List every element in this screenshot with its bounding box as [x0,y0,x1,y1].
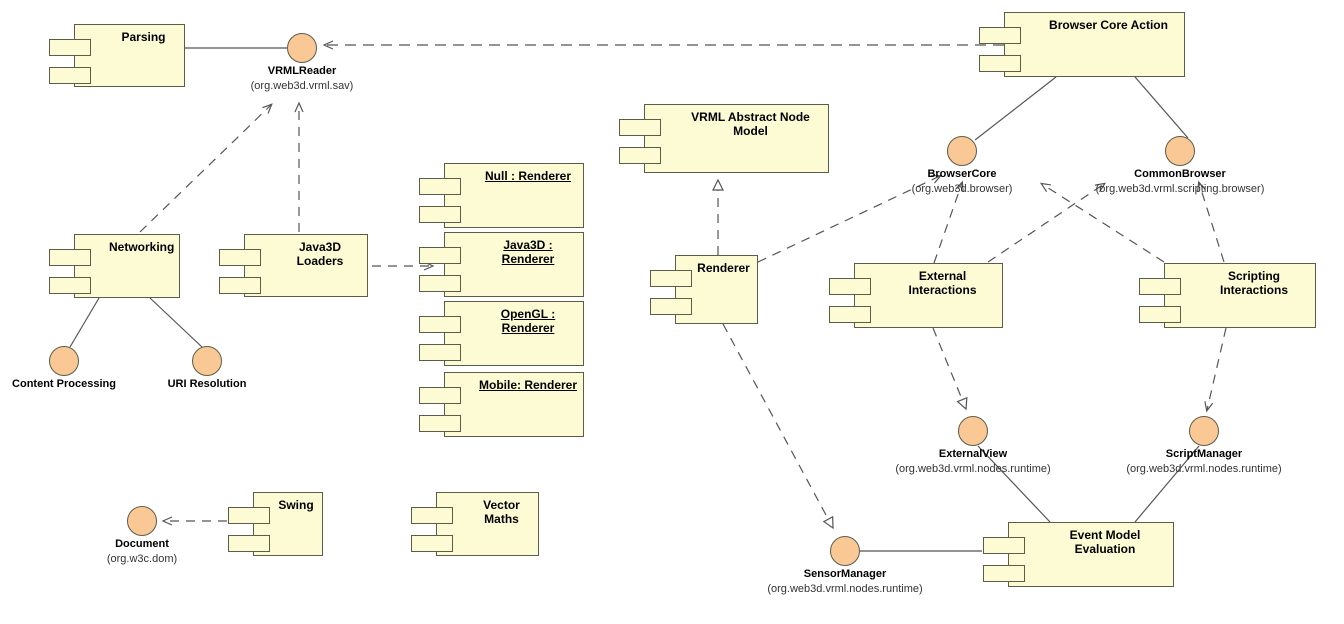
component-tab-lower [983,565,1025,582]
interface-package: (org.web3d.browser) [911,183,1013,195]
component-scripting-interactions[interactable]: Scripting Interactions [1139,263,1316,328]
component-label: Scripting Interactions [1219,269,1288,297]
conn-extint-externalview [932,327,968,411]
interface-package: (org.web3d.vrml.nodes.runtime) [1126,463,1282,475]
component-browser-core-action[interactable]: Browser Core Action [979,12,1185,77]
component-tab-lower [829,306,871,323]
interface-circle-icon [1189,416,1219,446]
component-tab-lower [650,298,692,315]
component-tab-lower [619,147,661,164]
interface-label: Document [115,538,169,550]
conn-extint-commonbrowser [987,182,1107,263]
component-label: Swing [278,498,314,512]
component-tab-lower [419,206,461,223]
interface-package: (org.w3c.dom) [106,553,178,565]
interface-sensormanager[interactable]: SensorManager (org.web3d.vrml.nodes.runt… [767,536,923,595]
conn-scriptint-scriptmanager [1204,327,1227,413]
interface-label: Content Processing [12,378,116,390]
component-tab-lower [1139,306,1181,323]
component-label: VRML Abstract Node Model [691,110,810,138]
interface-package: (org.web3d.vrml.nodes.runtime) [895,463,1051,475]
interface-label: ExternalView [938,448,1008,460]
component-null-renderer[interactable]: Null : Renderer [419,163,584,228]
component-tab-lower [228,535,270,552]
interface-commonbrowser[interactable]: CommonBrowser (org.web3d.vrml.scripting.… [1096,136,1264,195]
interface-package: (org.web3d.vrml.nodes.runtime) [767,583,923,595]
interface-circle-icon [287,33,317,63]
interface-circle-icon [947,136,977,166]
component-label: Null : Renderer [484,169,571,183]
component-label: Java3D Loaders [296,240,344,268]
component-event-model-evaluation[interactable]: Event Model Evaluation [983,522,1174,587]
interface-circle-icon [1165,136,1195,166]
interface-document[interactable]: Document (org.w3c.dom) [107,506,177,565]
uml-component-diagram-canvas: Parsing Networking Java3D Loaders Null :… [0,0,1344,624]
conn-bca-commonbrowser [1134,76,1189,139]
component-swing[interactable]: Swing [228,492,323,556]
interface-circle-icon [127,506,157,536]
component-tab-lower [411,535,453,552]
component-label: Browser Core Action [1049,18,1168,32]
component-tab-lower [219,277,261,294]
component-label: Parsing [121,30,166,44]
interface-label: URI Resolution [167,378,247,390]
interface-package: (org.web3d.vrml.scripting.browser) [1095,183,1265,195]
interface-vrmlreader[interactable]: VRMLReader (org.web3d.vrml.sav) [251,33,353,92]
interface-circle-icon [192,346,222,376]
component-label: OpenGL : Renderer [500,307,556,335]
conn-networking-uriresolution [149,297,203,348]
component-renderer[interactable]: Renderer [650,255,758,324]
component-tab-lower [419,344,461,361]
component-label: Mobile: Renderer [479,378,578,392]
component-opengl-renderer[interactable]: OpenGL : Renderer [419,301,584,366]
interface-label: VRMLReader [267,65,337,77]
component-networking[interactable]: Networking [49,234,180,298]
component-tab-lower [419,415,461,432]
conn-networking-vrmlreader [139,103,273,233]
component-vector-maths[interactable]: Vector Maths [411,492,539,556]
conn-networking-contentprocessing [69,297,100,348]
component-tab-lower [979,55,1021,72]
component-java3d-loaders[interactable]: Java3D Loaders [219,234,368,297]
component-label: Vector Maths [483,498,520,526]
conn-renderer-sensormanager [722,323,834,530]
interface-scriptmanager[interactable]: ScriptManager (org.web3d.vrml.nodes.runt… [1126,416,1282,475]
component-label: External Interactions [908,269,977,297]
component-label: Renderer [697,261,750,275]
component-parsing[interactable]: Parsing [49,24,185,87]
interface-label: SensorManager [803,568,887,580]
component-tab-lower [419,275,461,292]
interface-browsercore[interactable]: BrowserCore (org.web3d.browser) [912,136,1012,195]
interface-circle-icon [49,346,79,376]
interface-label: BrowserCore [927,168,997,180]
interface-uri-resolution[interactable]: URI Resolution [168,346,246,390]
component-label: Networking [109,240,175,254]
conn-scriptint-browsercore [1039,182,1165,263]
component-tab-lower [49,277,91,294]
interface-label: CommonBrowser [1134,168,1226,180]
interface-content-processing[interactable]: Content Processing [12,346,116,390]
component-vrml-abstract-node-model[interactable]: VRML Abstract Node Model [619,104,829,173]
interface-package: (org.web3d.vrml.sav) [250,80,354,92]
conn-extint-browsercore [933,180,964,264]
component-label: Event Model Evaluation [1069,528,1141,556]
component-java3d-renderer[interactable]: Java3D : Renderer [419,232,584,297]
interface-circle-icon [958,416,988,446]
component-label: Java3D : Renderer [501,238,555,266]
interface-circle-icon [830,536,860,566]
interface-label: ScriptManager [1165,448,1243,460]
component-external-interactions[interactable]: External Interactions [829,263,1003,328]
component-mobile-renderer[interactable]: Mobile: Renderer [419,372,584,437]
interface-externalview[interactable]: ExternalView (org.web3d.vrml.nodes.runti… [895,416,1051,475]
component-tab-lower [49,67,91,84]
conn-bca-browsercore [974,76,1057,141]
